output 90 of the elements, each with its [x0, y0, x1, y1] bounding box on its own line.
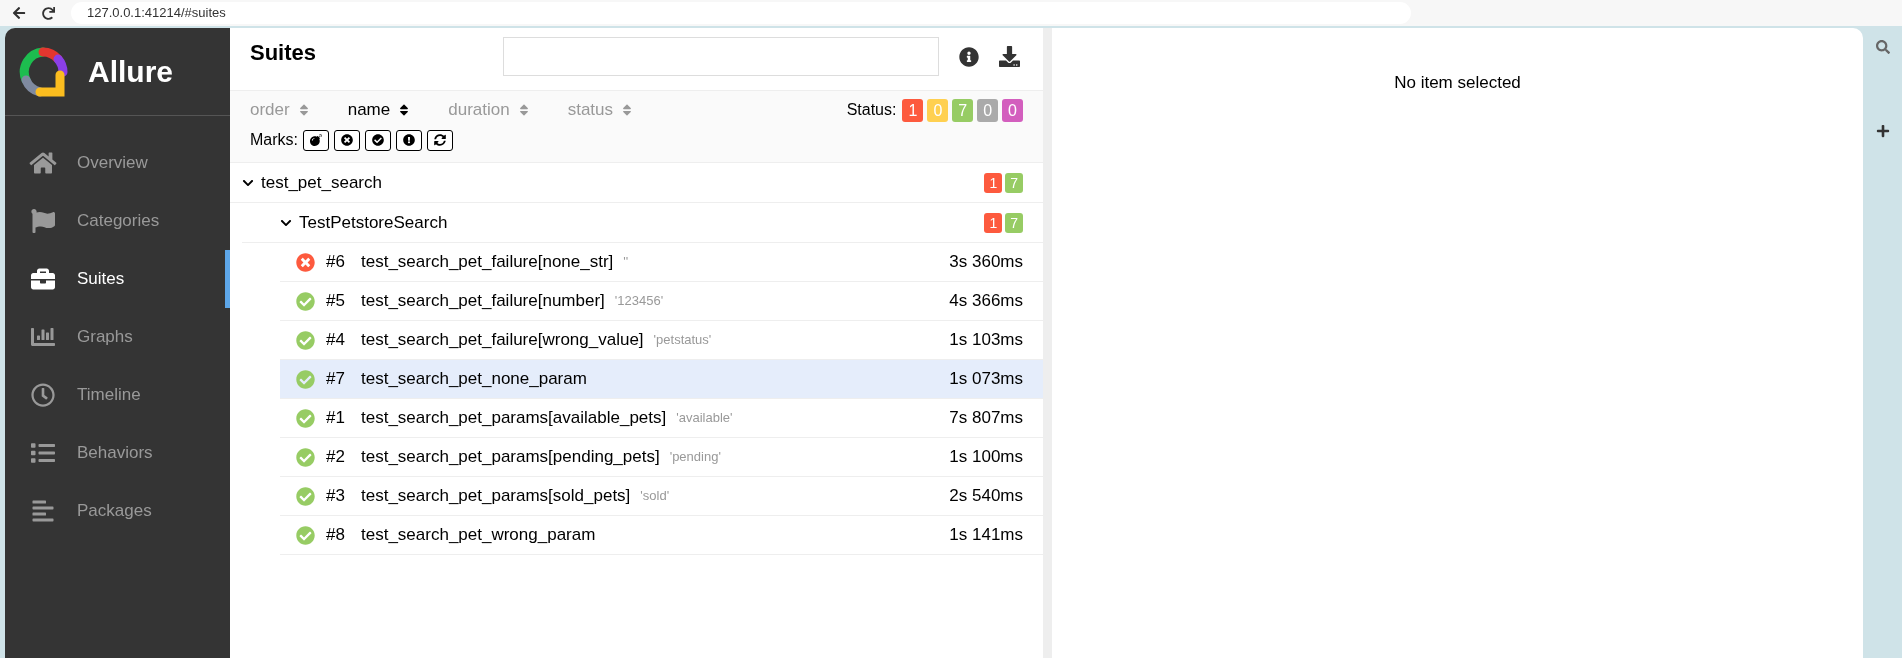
test-number: #3	[326, 485, 346, 508]
test-name: test_search_pet_params[pending_pets]	[361, 446, 660, 469]
brand-name: Allure	[88, 54, 174, 90]
list-icon	[29, 441, 57, 465]
test-number: #5	[326, 290, 346, 313]
sort-icon	[297, 103, 310, 117]
refresh-icon	[434, 134, 446, 146]
resize-handle[interactable]	[1043, 28, 1052, 658]
mark-toggle[interactable]	[303, 129, 329, 151]
search-icon[interactable]	[1875, 40, 1890, 54]
plus-icon[interactable]	[1875, 124, 1890, 138]
test-duration: 2s 540ms	[949, 485, 1023, 508]
reload-icon[interactable]	[42, 6, 55, 20]
nav-item[interactable]: Packages	[5, 482, 230, 540]
failed-icon	[296, 252, 315, 272]
test-duration: 1s 103ms	[949, 329, 1023, 352]
nav-item[interactable]: Overview	[5, 134, 230, 192]
sort-column[interactable]: status	[567, 97, 633, 123]
test-parameter: 'sold'	[640, 487, 670, 506]
search-field[interactable]	[503, 37, 939, 76]
passed-icon	[296, 525, 315, 545]
test-number: #1	[326, 407, 346, 430]
test-number: #4	[326, 329, 346, 352]
sort-icon	[517, 103, 530, 117]
test-name: test_search_pet_failure[number]	[361, 290, 605, 313]
test-name: test_search_pet_failure[wrong_value]	[361, 329, 644, 352]
test-number: #8	[326, 524, 346, 547]
status-filter[interactable]: 0	[977, 98, 999, 122]
nav-item[interactable]: Categories	[5, 192, 230, 250]
test-name: test_search_pet_params[sold_pets]	[361, 485, 631, 508]
clock-icon	[29, 383, 57, 407]
passed-icon	[296, 330, 315, 350]
passed-icon	[296, 486, 315, 506]
back-icon[interactable]	[12, 6, 26, 20]
test-duration: 3s 360ms	[949, 251, 1023, 274]
status-label: Status:	[846, 100, 897, 120]
exclamation-icon	[403, 134, 415, 146]
passed-icon	[296, 291, 315, 311]
logo-icon	[18, 46, 68, 97]
test-parameter: '123456'	[614, 292, 664, 311]
mark-toggle[interactable]	[396, 129, 422, 151]
sort-icon	[621, 103, 633, 117]
sort-icon	[398, 103, 411, 117]
passed-icon	[296, 408, 315, 428]
test-duration: 7s 807ms	[949, 407, 1023, 430]
status-filter[interactable]: 0	[1002, 98, 1023, 122]
bomb-icon	[310, 134, 322, 146]
nav-item[interactable]: Behaviors	[5, 424, 230, 482]
passed-icon	[296, 447, 315, 467]
briefcase-icon	[29, 267, 57, 291]
mark-toggle[interactable]	[427, 129, 453, 151]
address-bar[interactable]: 127.0.0.1:41214/#suites	[71, 2, 1411, 24]
home-icon	[29, 151, 57, 175]
test-parameter: 'pending'	[669, 448, 721, 467]
test-name: test_search_pet_params[available_pets]	[361, 407, 667, 430]
status-filter[interactable]: 1	[902, 98, 924, 122]
nav-item[interactable]: Timeline	[5, 366, 230, 424]
count-badge: 1	[984, 212, 1003, 233]
count-badge: 1	[984, 172, 1003, 193]
test-number: #2	[326, 446, 346, 469]
download-icon[interactable]	[999, 46, 1020, 67]
empty-state-text: No item selected	[1394, 72, 1521, 92]
count-badge: 7	[1005, 212, 1023, 233]
test-parameter: 'petstatus'	[653, 331, 712, 350]
test-name: test_search_pet_none_param	[361, 368, 587, 391]
bar-chart-icon	[29, 325, 57, 349]
count-badge: 7	[1005, 172, 1023, 193]
test-parameter: 'available'	[676, 409, 733, 428]
nav-item[interactable]: Graphs	[5, 308, 230, 366]
page-title: Suites	[250, 39, 318, 67]
flag-icon	[29, 209, 57, 233]
info-icon[interactable]	[959, 47, 979, 67]
test-duration: 1s 100ms	[949, 446, 1023, 469]
test-number: #7	[326, 368, 346, 391]
test-duration: 1s 073ms	[949, 368, 1023, 391]
test-parameter: ''	[623, 253, 629, 272]
mark-toggle[interactable]	[365, 129, 391, 151]
test-number: #6	[326, 251, 346, 274]
passed-icon	[296, 369, 315, 389]
test-row[interactable]: #7 test_search_pet_none_param 1s 073ms	[280, 360, 1043, 399]
mark-toggle[interactable]	[334, 129, 360, 151]
marks-label: Marks:	[250, 130, 298, 150]
sort-column[interactable]: order	[250, 97, 310, 123]
test-name: test_search_pet_failure[none_str]	[361, 251, 614, 274]
test-duration: 1s 141ms	[949, 524, 1023, 547]
test-name: test_search_pet_wrong_param	[361, 524, 596, 547]
test-duration: 4s 366ms	[949, 290, 1023, 313]
sort-column[interactable]: name	[347, 97, 411, 123]
sort-column[interactable]: duration	[448, 97, 530, 123]
suite-row[interactable]: test_pet_search 1 7	[230, 163, 1043, 203]
